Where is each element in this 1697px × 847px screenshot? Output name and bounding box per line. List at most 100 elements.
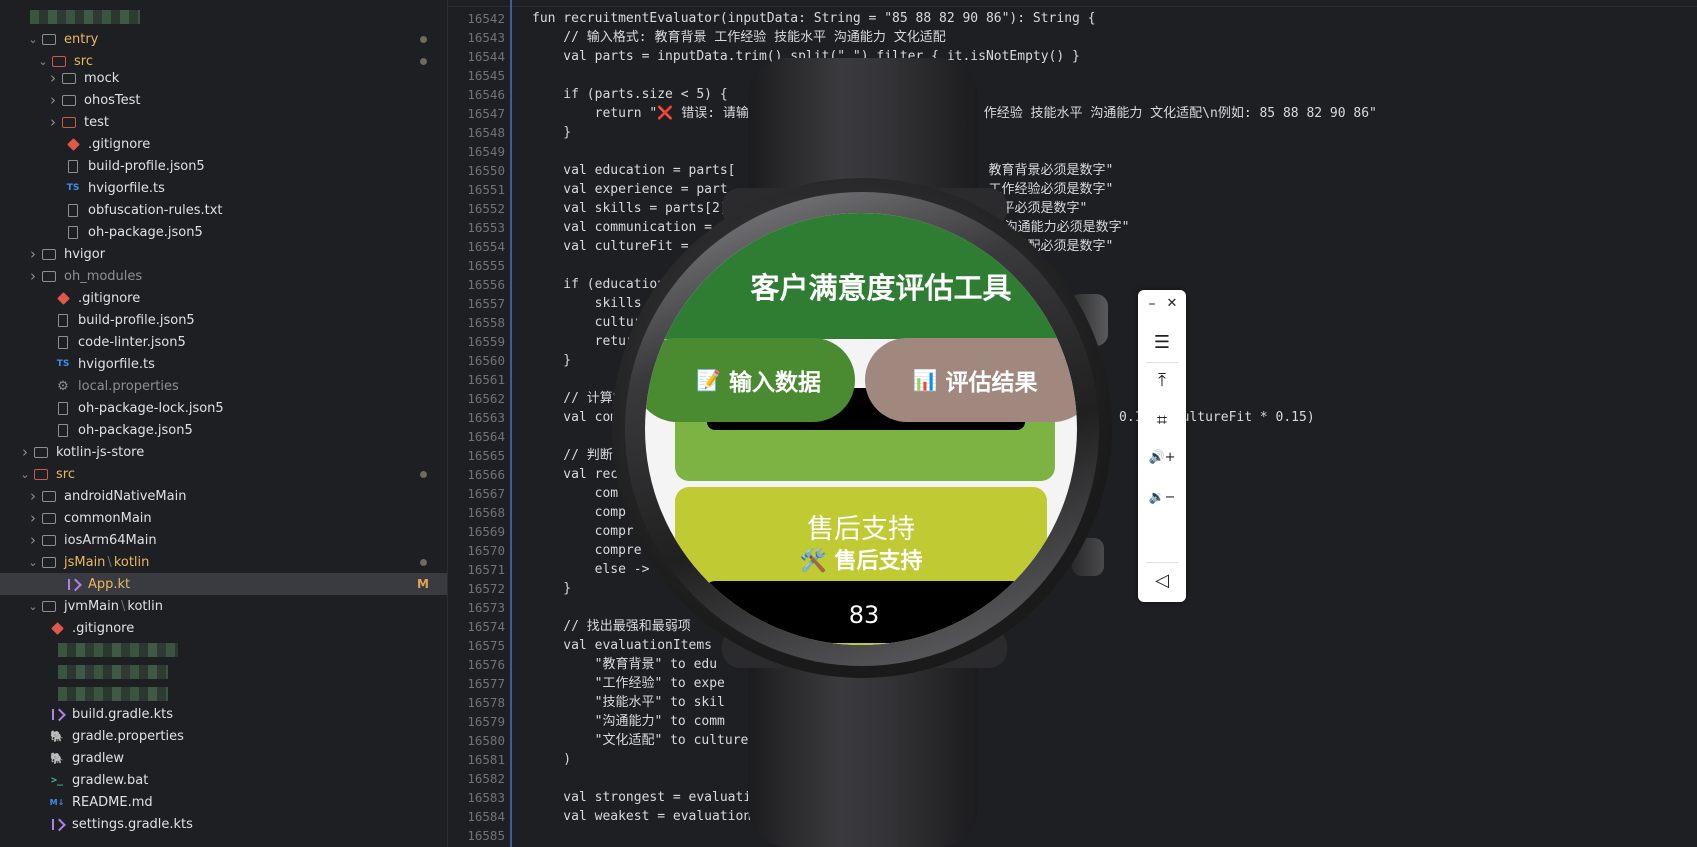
chevron-down-icon[interactable]: ⌄ xyxy=(18,468,32,481)
chevron-right-icon[interactable]: › xyxy=(26,509,40,527)
code-line[interactable]: if (parts.size < 5) { xyxy=(532,85,727,104)
line-number: 16569 xyxy=(467,524,505,539)
tree-item[interactable]: >_ gradlew.bat xyxy=(0,769,447,791)
line-number: 16584 xyxy=(467,809,505,824)
tree-item-label: code-linter.json5 xyxy=(78,334,186,350)
code-line[interactable]: // 找出最强和最弱项 xyxy=(532,617,691,636)
code-line[interactable]: "沟通能力" to comm xyxy=(532,712,725,731)
tree-item[interactable] xyxy=(0,6,447,28)
tree-item-label: .gitignore xyxy=(72,620,135,636)
tree-item[interactable]: oh-package.json5 xyxy=(0,419,447,441)
code-line[interactable]: fun recruitmentEvaluator(inputData: Stri… xyxy=(532,9,1096,28)
chevron-right-icon[interactable]: › xyxy=(26,267,40,285)
file-icon xyxy=(64,203,82,217)
tree-item[interactable]: TS hvigorfile.ts xyxy=(0,353,447,375)
code-line[interactable]: com xyxy=(532,484,618,503)
chevron-down-icon[interactable]: ⌄ xyxy=(26,33,40,46)
tree-item[interactable]: settings.gradle.kts xyxy=(0,813,447,835)
tree-item[interactable]: build.gradle.kts xyxy=(0,703,447,725)
tree-item[interactable]: ⌄ jsMain \ kotlin xyxy=(0,551,447,573)
chevron-right-icon[interactable]: › xyxy=(46,113,60,131)
file-icon xyxy=(54,335,72,349)
modified-dot xyxy=(420,35,427,43)
tree-item[interactable]: ⌄ src xyxy=(0,463,447,485)
chevron-right-icon[interactable]: › xyxy=(46,69,60,87)
tree-item[interactable]: build-profile.json5 xyxy=(0,155,447,177)
tree-item[interactable]: › androidNativeMain xyxy=(0,485,447,507)
volume-down-icon[interactable]: 🔉− xyxy=(1138,490,1186,505)
tab-evaluation-result[interactable]: 📊 评估结果 xyxy=(865,338,1077,422)
file-icon xyxy=(54,313,72,327)
code-line[interactable]: // 计算加 xyxy=(532,389,626,408)
tree-item[interactable]: 🐘 gradlew xyxy=(0,747,447,769)
chevron-right-icon[interactable]: › xyxy=(26,531,40,549)
code-line[interactable]: "工作经验" to expe xyxy=(532,674,725,693)
tab-input-data[interactable]: 📝 输入数据 xyxy=(645,338,855,422)
code-line[interactable]: } xyxy=(532,579,571,598)
card-subtitle: 🛠️ 售后支持 xyxy=(675,543,1047,575)
tree-item[interactable]: › commonMain xyxy=(0,507,447,529)
tree-item[interactable]: › oh_modules xyxy=(0,265,447,287)
tree-item[interactable]: .gitignore xyxy=(0,287,447,309)
tree-item[interactable]: oh-package.json5 xyxy=(0,221,447,243)
tree-item[interactable]: build-profile.json5 xyxy=(0,309,447,331)
tree-item[interactable]: App.kt M xyxy=(0,573,447,595)
tree-item[interactable]: › ohosTest xyxy=(0,89,447,111)
menu-icon[interactable]: ☰ xyxy=(1138,332,1186,353)
close-button[interactable]: ✕ xyxy=(1148,296,1196,311)
tree-item[interactable]: › hvigor xyxy=(0,243,447,265)
tree-item[interactable]: ⚙ local.properties xyxy=(0,375,447,397)
tree-item[interactable]: .gitignore xyxy=(0,617,447,639)
watch-screen[interactable]: 客户满意度评估工具 📝 输入数据 📊 评估结果 售后支持 🛠️ 售后支持 83 xyxy=(645,213,1077,645)
line-number: 16553 xyxy=(467,220,505,235)
code-line[interactable]: comp xyxy=(532,503,626,522)
chevron-right-icon[interactable]: › xyxy=(46,91,60,109)
tree-item[interactable]: › kotlin-js-store xyxy=(0,441,447,463)
code-line[interactable]: } xyxy=(532,123,571,142)
code-line[interactable]: compre xyxy=(532,541,642,560)
crop-icon[interactable]: ⌗ xyxy=(1138,410,1186,431)
volume-up-icon[interactable]: 🔊+ xyxy=(1138,450,1186,465)
tools-icon: 🛠️ xyxy=(799,549,827,574)
chevron-right-icon[interactable]: › xyxy=(18,443,32,461)
code-line[interactable]: "教育背景" to edu xyxy=(532,655,717,674)
tree-item[interactable]: 🐘 gradle.properties xyxy=(0,725,447,747)
tree-item[interactable]: .gitignore xyxy=(0,133,447,155)
chevron-down-icon[interactable]: ⌄ xyxy=(26,600,40,613)
vcs-status-badge: M xyxy=(417,577,429,591)
code-line[interactable]: ) xyxy=(532,750,571,769)
tree-item-label: kotlin-js-store xyxy=(56,444,145,460)
code-line[interactable]: // 判断 xyxy=(532,446,613,465)
chevron-right-icon[interactable]: › xyxy=(26,487,40,505)
code-line[interactable]: val weakest = evaluation xyxy=(532,807,751,826)
tree-item[interactable]: TS hvigorfile.ts xyxy=(0,177,447,199)
back-icon[interactable]: ◁ xyxy=(1138,570,1186,591)
chevron-right-icon[interactable]: › xyxy=(26,245,40,263)
code-line[interactable]: // 输入格式: 教育背景 工作经验 技能水平 沟通能力 文化适配 xyxy=(532,28,945,47)
redacted-text xyxy=(58,687,168,701)
tree-item[interactable]: ⌄ entry xyxy=(0,28,447,50)
code-line[interactable]: else -> xyxy=(532,560,650,579)
tree-item[interactable]: code-linter.json5 xyxy=(0,331,447,353)
tree-item-label: hvigorfile.ts xyxy=(88,180,165,196)
tree-item[interactable]: › iosArm64Main xyxy=(0,529,447,551)
tree-item[interactable]: › test xyxy=(0,111,447,133)
tree-item[interactable]: oh-package-lock.json5 xyxy=(0,397,447,419)
score-value-field[interactable]: 83 xyxy=(705,581,1023,643)
path-separator: \ xyxy=(107,554,112,570)
pin-top-icon[interactable]: ⤒ xyxy=(1138,370,1186,391)
chevron-down-icon[interactable]: ⌄ xyxy=(36,55,50,68)
code-line[interactable]: } xyxy=(532,351,571,370)
tree-item[interactable]: › mock xyxy=(0,67,447,89)
tree-item[interactable]: ⌄ jvmMain \ kotlin xyxy=(0,595,447,617)
line-number: 16549 xyxy=(467,144,505,159)
tree-item[interactable]: obfuscation-rules.txt xyxy=(0,199,447,221)
tree-item-label: build-profile.json5 xyxy=(78,312,195,328)
tree-item[interactable]: M↓ README.md xyxy=(0,791,447,813)
line-number: 16543 xyxy=(467,30,505,45)
code-line[interactable]: val rec xyxy=(532,465,618,484)
code-line[interactable]: compr xyxy=(532,522,634,541)
code-line[interactable]: "技能水平" to skil xyxy=(532,693,725,712)
code-line[interactable]: "文化适配" to culture xyxy=(532,731,749,750)
chevron-down-icon[interactable]: ⌄ xyxy=(26,556,40,569)
